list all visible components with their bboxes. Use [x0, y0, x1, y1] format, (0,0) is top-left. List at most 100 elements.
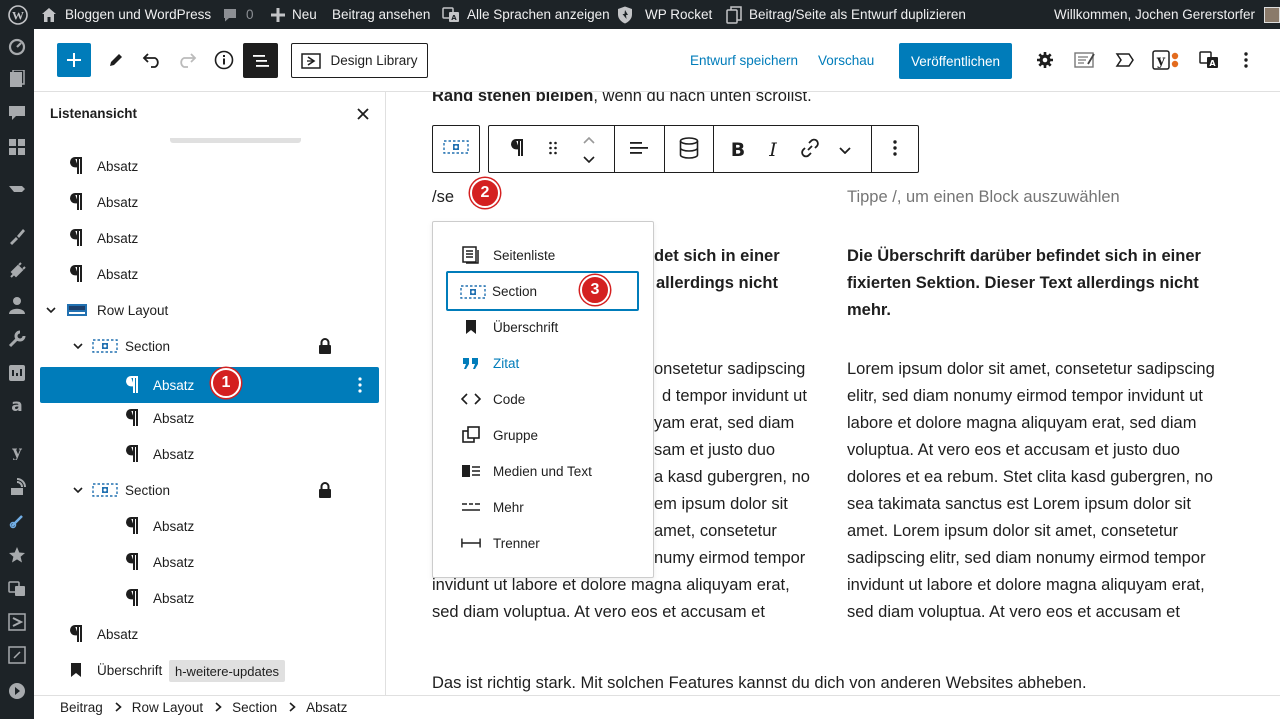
users-icon[interactable]	[7, 295, 27, 315]
list-item[interactable]: Überschrift h-weitere-updates	[40, 652, 379, 688]
list-view-toggle-button[interactable]	[243, 43, 278, 78]
options-button[interactable]	[1236, 48, 1256, 72]
star-icon[interactable]	[7, 545, 27, 565]
collapse-menu-icon[interactable]	[7, 681, 27, 701]
autocomplete-option-selected[interactable]: Section	[446, 271, 639, 311]
list-item-section[interactable]: Section	[40, 472, 379, 508]
block-options-button[interactable]	[886, 139, 904, 160]
posts-icon[interactable]	[7, 69, 27, 89]
scroll-thumb[interactable]	[170, 138, 301, 143]
bottom-paragraph[interactable]: Das ist richtig stark. Mit solchen Featu…	[432, 670, 1087, 695]
breadcrumb-item[interactable]: Row Layout	[132, 700, 203, 715]
drag-handle[interactable]	[546, 140, 560, 160]
close-list-view-button[interactable]	[354, 107, 372, 125]
view-post-link[interactable]: Beitrag ansehen	[332, 0, 430, 29]
block-toolbar: B I	[488, 125, 919, 173]
dashboard-icon[interactable]	[7, 37, 27, 57]
list-item-row-layout[interactable]: Row Layout	[40, 292, 379, 328]
link-icon[interactable]	[7, 511, 27, 531]
appearance-icon[interactable]	[7, 226, 27, 246]
list-item[interactable]: Absatz	[40, 148, 379, 184]
plugins-icon[interactable]	[7, 261, 27, 281]
chevron-down-icon[interactable]	[71, 481, 85, 499]
more-formats-button[interactable]	[836, 140, 854, 160]
list-item[interactable]: Absatz	[40, 544, 379, 580]
publish-button[interactable]: Veröffentlichen	[899, 43, 1012, 79]
autocomplete-option[interactable]: Seitenliste	[447, 237, 639, 273]
settings-button[interactable]	[1033, 48, 1057, 72]
list-item[interactable]: Absatz	[40, 256, 379, 292]
align-button[interactable]	[627, 140, 651, 160]
autocomplete-option[interactable]: Überschrift	[447, 309, 639, 345]
amazon-icon[interactable]: a	[7, 395, 27, 415]
move-up-button[interactable]	[579, 134, 599, 148]
comments-menu-icon[interactable]	[7, 103, 27, 123]
dynamic-content-button[interactable]	[676, 136, 702, 162]
list-item[interactable]: Absatz	[40, 436, 379, 472]
link-button[interactable]	[798, 138, 822, 162]
block-placeholder[interactable]: Tippe /, um einen Block auszuwählen	[847, 184, 1120, 211]
new-content-link[interactable]: Neu	[271, 0, 317, 29]
block-parent-selector[interactable]	[432, 125, 480, 173]
save-draft-button[interactable]: Entwurf speichern	[690, 48, 798, 72]
chevron-down-icon[interactable]	[44, 301, 58, 319]
list-item-section[interactable]: Section	[40, 328, 379, 364]
list-item[interactable]: Absatz	[40, 580, 379, 616]
chevron-right-icon	[289, 700, 296, 715]
list-item[interactable]: Absatz	[40, 184, 379, 220]
list-item[interactable]: Absatz	[40, 508, 379, 544]
bold-button[interactable]: B	[727, 138, 749, 162]
yoast-icon[interactable]: y	[7, 441, 27, 461]
duplicate-draft-link[interactable]: Beitrag/Seite als Entwurf duplizieren	[726, 0, 966, 29]
blocks-icon[interactable]	[7, 137, 27, 157]
option-label: Seitenliste	[493, 247, 556, 263]
breadcrumb-item[interactable]: Beitrag	[60, 700, 103, 715]
list-item[interactable]: Absatz	[40, 220, 379, 256]
list-item-selected[interactable]: Absatz	[40, 367, 379, 403]
top-paragraph[interactable]: Rand stehen bleiben, wenn du nach unten …	[432, 92, 812, 110]
preview-button[interactable]: Vorschau	[818, 48, 874, 72]
autocomplete-option[interactable]: Gruppe	[447, 417, 639, 453]
redo-button[interactable]	[175, 48, 199, 72]
translate-menu-icon[interactable]	[7, 579, 27, 599]
design-library-button[interactable]: Design Library	[291, 43, 428, 78]
yoast-seo-button[interactable]: y	[1150, 47, 1182, 73]
stackable-icon[interactable]	[7, 179, 27, 199]
translate-button[interactable]: A	[1197, 48, 1221, 72]
block-inserter-button[interactable]	[57, 43, 91, 77]
breadcrumb-item[interactable]: Section	[232, 700, 277, 715]
move-down-button[interactable]	[579, 152, 599, 166]
undo-button[interactable]	[140, 48, 164, 72]
settings-icon[interactable]	[7, 363, 27, 383]
edit-mode-button[interactable]	[104, 48, 128, 72]
tools-icon[interactable]	[7, 329, 27, 349]
autocomplete-option[interactable]: Mehr	[447, 489, 639, 525]
notes-plugin-button[interactable]	[1072, 48, 1098, 72]
security-icon[interactable]	[7, 477, 27, 497]
wp-rocket-link[interactable]: WP Rocket	[617, 0, 712, 29]
autocomplete-option[interactable]: Medien und Text	[447, 453, 639, 489]
stackable-button[interactable]	[1113, 48, 1137, 72]
section-icon	[92, 481, 118, 499]
block-type-button[interactable]	[503, 138, 531, 160]
site-name-link[interactable]: Bloggen und WordPress	[41, 0, 211, 29]
list-item[interactable]: Absatz	[40, 400, 379, 436]
user-account-link[interactable]: Willkommen, Jochen Gererstorfer	[1054, 0, 1280, 29]
paragraph-icon	[123, 589, 141, 607]
slash-command-input[interactable]: /se	[432, 184, 454, 211]
block-options-icon[interactable]	[353, 376, 367, 394]
details-button[interactable]	[212, 48, 236, 72]
autocomplete-option[interactable]: Zitat	[447, 345, 639, 381]
autocomplete-option[interactable]: Trenner	[447, 525, 639, 561]
left-lorem-line: yam erat, sed diam	[654, 414, 795, 432]
comments-link[interactable]: 0	[222, 0, 254, 29]
chevron-down-icon[interactable]	[71, 337, 85, 355]
list-item[interactable]: Absatz	[40, 616, 379, 652]
autocomplete-option[interactable]: Code	[447, 381, 639, 417]
all-languages-link[interactable]: A Alle Sprachen anzeigen	[442, 0, 610, 29]
external-icon[interactable]	[7, 645, 27, 665]
design-library-menu-icon[interactable]	[7, 612, 27, 632]
right-lorem-line: elitr, sed diam nonumy eirmod tempor inv…	[847, 387, 1203, 405]
wordpress-logo-icon[interactable]: W	[8, 0, 28, 29]
italic-button[interactable]: I	[762, 138, 784, 162]
